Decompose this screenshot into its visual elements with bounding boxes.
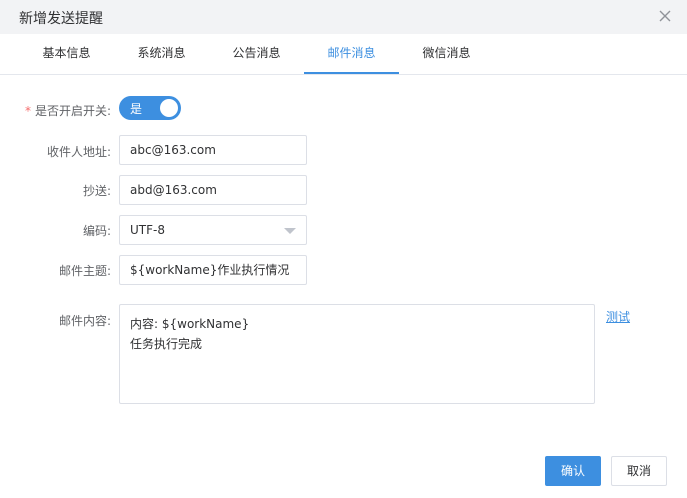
switch-knob [160, 99, 178, 117]
enable-switch[interactable]: 是 [119, 96, 181, 120]
recipient-input[interactable]: abc@163.com [119, 135, 307, 165]
close-icon[interactable] [657, 8, 673, 24]
dialog-header: 新增发送提醒 [0, 0, 687, 34]
confirm-button[interactable]: 确认 [545, 456, 601, 486]
encoding-select[interactable]: UTF-8 [119, 215, 307, 245]
switch-text: 是 [130, 102, 143, 116]
content-textarea[interactable]: 内容: ${workName} 任务执行完成 [119, 304, 595, 404]
dialog-title: 新增发送提醒 [19, 11, 103, 27]
content-line: 任务执行完成 [130, 337, 203, 351]
cc-input[interactable]: abd@163.com [119, 175, 307, 205]
cancel-button[interactable]: 取消 [611, 456, 667, 486]
subject-input[interactable]: ${workName}作业执行情况 [119, 255, 307, 285]
tab-email-message[interactable]: 邮件消息 [304, 34, 399, 75]
test-link[interactable]: 测试 [606, 308, 630, 325]
chevron-down-icon [284, 228, 296, 234]
switch-label: * 是否开启开关: [24, 104, 111, 118]
encoding-label: 编码: [82, 224, 111, 238]
tab-bar: 基本信息 系统消息 公告消息 邮件消息 微信消息 [0, 34, 687, 75]
cc-label: 抄送: [82, 184, 111, 198]
active-tab-indicator [304, 72, 399, 74]
recipient-label: 收件人地址: [46, 145, 111, 159]
tab-wechat-message[interactable]: 微信消息 [399, 34, 494, 75]
encoding-value: UTF-8 [130, 223, 165, 237]
content-label: 邮件内容: [58, 314, 111, 328]
subject-label: 邮件主题: [58, 264, 111, 278]
content-line: 内容: ${workName} [130, 317, 250, 331]
tab-announcement-message[interactable]: 公告消息 [209, 34, 304, 75]
required-mark: * [24, 104, 31, 118]
tab-system-message[interactable]: 系统消息 [114, 34, 209, 75]
tab-basic-info[interactable]: 基本信息 [19, 34, 114, 75]
